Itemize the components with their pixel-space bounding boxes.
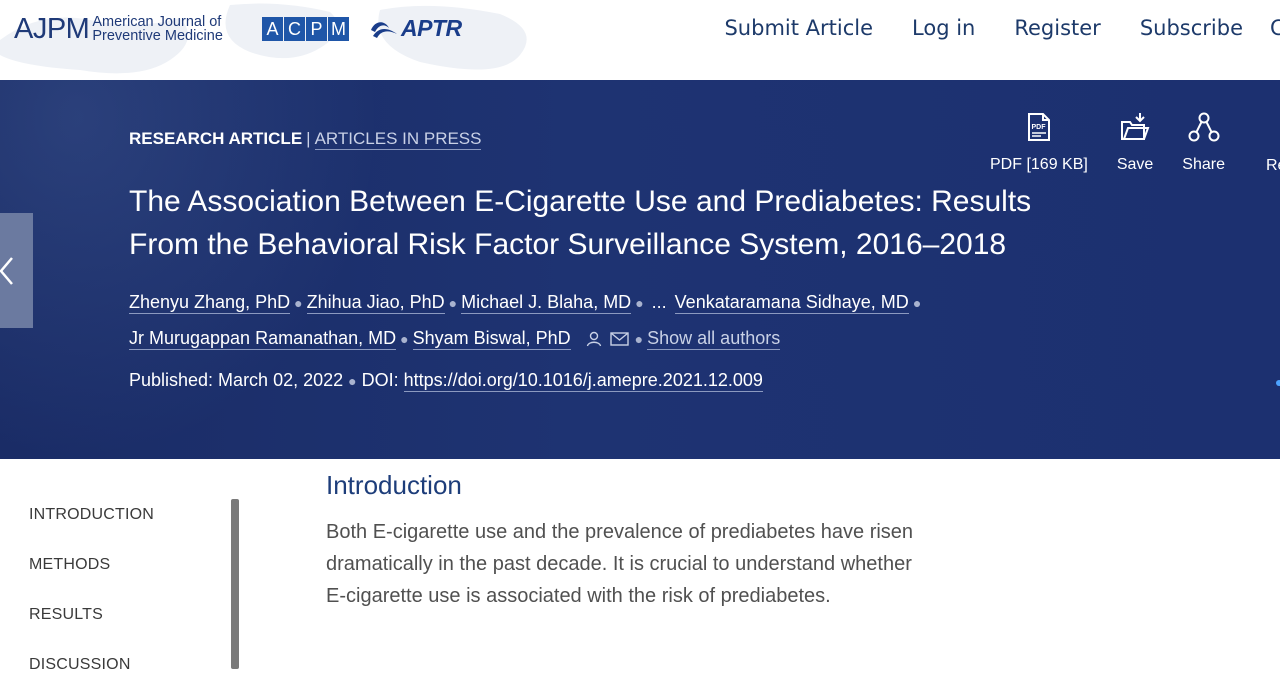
share-icon: [1188, 112, 1220, 142]
show-all-authors-link[interactable]: Show all authors: [647, 328, 781, 350]
table-of-contents: INTRODUCTION METHODS RESULTS DISCUSSION: [0, 459, 260, 673]
section-title: Introduction: [326, 470, 462, 500]
truncated-tool-label[interactable]: Re: [1266, 157, 1280, 175]
published-date: Published: March 02, 2022: [129, 370, 344, 390]
ajpm-logo[interactable]: AJPM American Journal of Preventive Medi…: [14, 14, 223, 44]
doi-link[interactable]: https://doi.org/10.1016/j.amepre.2021.12…: [403, 370, 763, 392]
site-header: AJPM American Journal of Preventive Medi…: [0, 0, 1280, 80]
svg-text:PDF: PDF: [1031, 124, 1046, 131]
article-tools: PDF PDF [169 KB] Save Share: [990, 110, 1254, 174]
scroll-indicator-dot: [1276, 380, 1280, 386]
toc-discussion[interactable]: DISCUSSION: [29, 656, 131, 674]
nav-register[interactable]: Register: [1014, 14, 1100, 42]
aptr-logo[interactable]: APTR: [369, 15, 462, 42]
author-link[interactable]: Zhihua Jiao, PhD: [306, 292, 445, 314]
article-banner: RESEARCH ARTICLE | ARTICLES IN PRESS The A…: [0, 80, 1280, 459]
ajpm-logo-text: AJPM: [14, 13, 90, 45]
author-link[interactable]: Jr Murugappan Ramanathan, MD: [129, 328, 397, 350]
aptr-logo-text: APTR: [401, 15, 462, 41]
ajpm-subtitle-line1: American Journal of: [92, 14, 222, 30]
doi-label: DOI:: [361, 370, 399, 390]
pdf-label: PDF [169 KB]: [990, 156, 1088, 173]
acpm-letter: A: [262, 17, 283, 41]
author-link[interactable]: Shyam Biswal, PhD: [412, 328, 571, 350]
toc-methods[interactable]: METHODS: [29, 556, 110, 574]
author-link[interactable]: Zhenyu Zhang, PhD: [129, 292, 291, 314]
author-link[interactable]: Michael J. Blaha, MD: [461, 292, 632, 314]
acpm-logo[interactable]: A C P M: [262, 17, 350, 41]
share-button[interactable]: Share: [1182, 110, 1225, 174]
toc-scrollbar[interactable]: [231, 499, 239, 669]
acpm-letter: C: [284, 17, 305, 41]
previous-article-button[interactable]: [0, 213, 33, 328]
save-label: Save: [1116, 156, 1154, 173]
acpm-letter: P: [306, 17, 327, 41]
article-type-line: RESEARCH ARTICLE | ARTICLES IN PRESS: [129, 129, 482, 150]
acpm-letter: M: [328, 17, 349, 41]
top-navigation: Submit Article Log in Register Subscribe…: [724, 14, 1280, 42]
ajpm-subtitle-line2: Preventive Medicine: [92, 28, 223, 44]
type-separator: |: [306, 129, 311, 148]
nav-subscribe[interactable]: Subscribe: [1140, 14, 1243, 42]
ajpm-logo-subtitle: American Journal of Preventive Medicine: [92, 14, 223, 44]
pdf-download-button[interactable]: PDF PDF [169 KB]: [990, 110, 1088, 174]
email-icon[interactable]: [609, 330, 631, 348]
share-label: Share: [1182, 156, 1225, 173]
nav-truncated-item[interactable]: C: [1270, 14, 1280, 42]
pdf-icon: PDF: [1027, 113, 1050, 141]
toc-introduction[interactable]: INTRODUCTION: [29, 506, 154, 524]
nav-submit-article[interactable]: Submit Article: [724, 14, 873, 42]
article-title: The Association Between E-Cigarette Use …: [129, 185, 1032, 261]
nav-log-in[interactable]: Log in: [912, 14, 975, 42]
author-link[interactable]: Venkataramana Sidhaye, MD: [674, 292, 909, 314]
authors-ellipsis: ...: [651, 292, 667, 312]
publication-info: Published: March 02, 2022 ● DOI: https://d…: [129, 370, 763, 392]
aptr-wave-icon: [371, 21, 397, 38]
articles-in-press-link[interactable]: ARTICLES IN PRESS: [314, 129, 482, 150]
author-list: Zhenyu Zhang, PhD ● Zhihua Jiao, PhD ● Micha…: [129, 292, 922, 350]
toc-results[interactable]: RESULTS: [29, 606, 103, 624]
save-button[interactable]: Save: [1117, 110, 1153, 174]
person-icon[interactable]: [585, 330, 603, 348]
chevron-left-icon: [0, 257, 13, 285]
save-folder-icon: [1121, 113, 1150, 140]
article-type: RESEARCH ARTICLE: [129, 129, 303, 148]
section-body: Both E-cigarette use and the prevalence …: [326, 521, 914, 607]
